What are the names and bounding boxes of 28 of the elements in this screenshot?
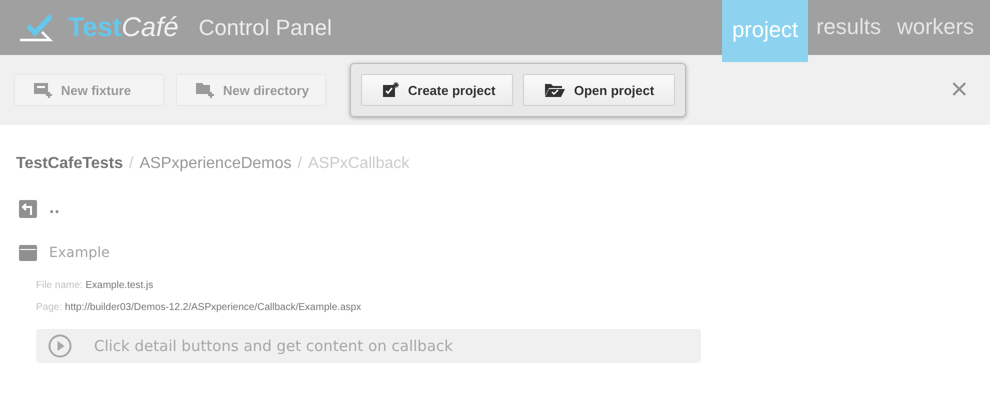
breadcrumb-item[interactable]: ASPxperienceDemos (139, 155, 292, 173)
new-project-icon (382, 81, 400, 99)
add-file-icon (33, 81, 53, 99)
nav-tab[interactable]: project (722, 0, 808, 62)
page-label: Page: (36, 302, 62, 313)
toolbar-button[interactable]: Open project (523, 74, 675, 106)
fixture-icon (19, 245, 37, 261)
close-button[interactable]: × (950, 75, 968, 105)
nav-tab[interactable]: results (808, 0, 889, 55)
list-entry[interactable]: Example (49, 245, 110, 261)
play-icon (48, 334, 72, 358)
app-title: Control Panel (198, 14, 332, 40)
page-url: http://builder03/Demos-12.2/ASPxperience/Callback/Example.aspx (64, 302, 362, 313)
file-name-label: File name: (36, 280, 83, 291)
list-entry[interactable]: .. (49, 201, 60, 217)
file-name-value: Example.test.js (85, 280, 154, 291)
open-folder-icon (544, 82, 566, 98)
toolbar-button[interactable]: New directory (176, 74, 326, 106)
breadcrumb-separator: / (129, 155, 134, 173)
toolbar-button[interactable]: Create project (361, 74, 513, 106)
breadcrumb-separator: / (298, 155, 302, 173)
nav-tab[interactable]: workers (888, 0, 982, 55)
test-row[interactable]: Click detail buttons and get content on callback (36, 329, 701, 363)
up-folder-icon (19, 200, 37, 218)
breadcrumb-item[interactable]: TestCafeTests (16, 155, 123, 173)
add-folder-icon (195, 81, 215, 99)
logo-text: TestCafé (68, 12, 179, 43)
toolbar-button[interactable]: New fixture (14, 74, 164, 106)
